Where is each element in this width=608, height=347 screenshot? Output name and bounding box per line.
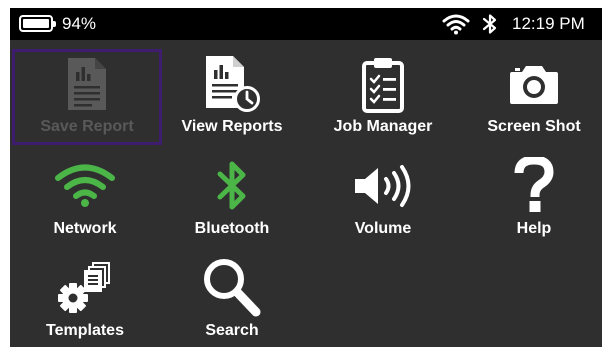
view-reports-label: View Reports <box>181 118 283 135</box>
templates-icon <box>10 257 160 319</box>
volume-label: Volume <box>354 220 412 237</box>
job-manager-button[interactable]: Job Manager <box>308 49 458 145</box>
bluetooth-icon <box>157 155 307 217</box>
help-button[interactable]: Help <box>459 151 602 247</box>
wifi-status-icon <box>442 13 470 40</box>
status-bar: 94% 12:19 PM <box>10 8 602 40</box>
help-icon <box>459 155 602 217</box>
screen-shot-label: Screen Shot <box>487 118 581 135</box>
search-label: Search <box>205 322 259 339</box>
job-manager-icon <box>308 53 458 115</box>
help-label: Help <box>516 220 552 237</box>
templates-button[interactable]: Templates <box>10 253 160 347</box>
volume-button[interactable]: Volume <box>308 151 458 247</box>
clock: 12:19 PM <box>512 14 585 33</box>
camera-icon <box>459 53 602 115</box>
view-reports-button[interactable]: View Reports <box>157 49 307 145</box>
search-button[interactable]: Search <box>157 253 307 347</box>
templates-label: Templates <box>46 322 124 339</box>
network-label: Network <box>53 220 117 237</box>
volume-icon <box>308 155 458 217</box>
battery-icon <box>19 15 56 32</box>
screen-shot-button[interactable]: Screen Shot <box>459 49 602 145</box>
battery-percent: 94% <box>62 14 97 33</box>
view-reports-icon <box>157 53 307 115</box>
job-manager-label: Job Manager <box>333 118 433 135</box>
save-report-icon <box>15 53 159 115</box>
device-screen: 94% 12:19 PM Save Report View Reports Jo… <box>10 8 602 347</box>
save-report-button[interactable]: Save Report <box>12 49 162 145</box>
bluetooth-label: Bluetooth <box>194 220 270 237</box>
search-icon <box>157 257 307 319</box>
bluetooth-status-icon <box>482 13 498 40</box>
wifi-icon <box>10 155 160 217</box>
save-report-label: Save Report <box>40 118 134 135</box>
network-button[interactable]: Network <box>10 151 160 247</box>
bluetooth-button[interactable]: Bluetooth <box>157 151 307 247</box>
